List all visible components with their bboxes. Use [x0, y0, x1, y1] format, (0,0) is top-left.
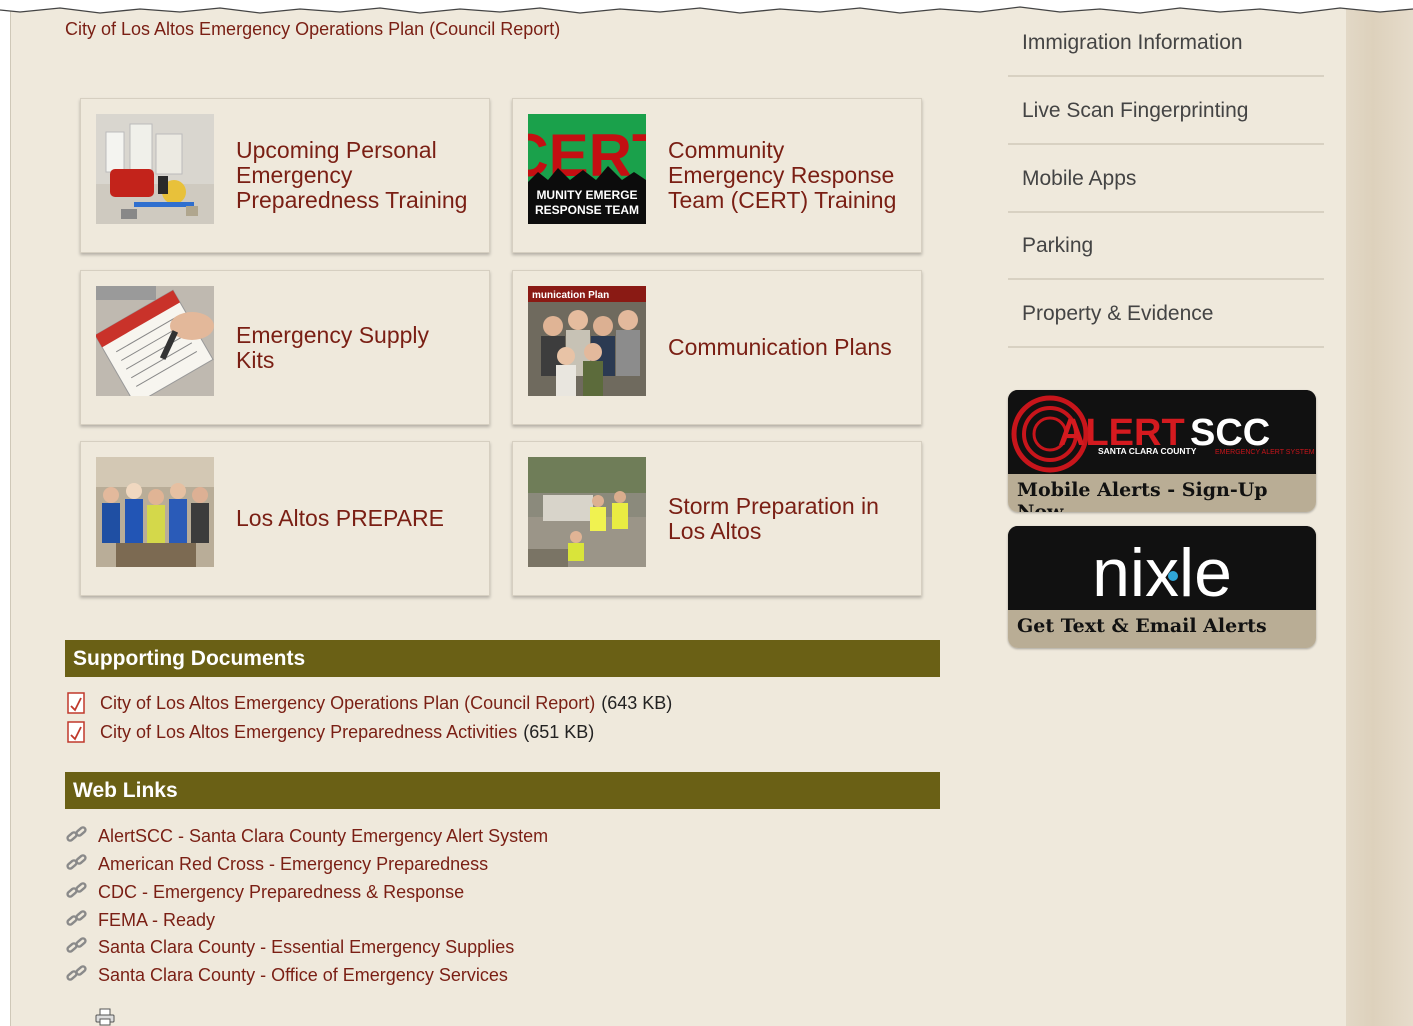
- supplies-photo-icon: [96, 114, 214, 224]
- web-link[interactable]: Santa Clara County - Office of Emergency…: [98, 965, 508, 986]
- svg-text:EMERGENCY ALERT SYSTEM: EMERGENCY ALERT SYSTEM: [1215, 449, 1315, 456]
- chain-link-icon: [65, 853, 89, 875]
- supporting-documents-heading: Supporting Documents: [65, 640, 940, 677]
- document-item[interactable]: City of Los Altos Emergency Preparedness…: [67, 720, 594, 744]
- sidebar-item-immigration-information[interactable]: Immigration Information: [1008, 10, 1324, 77]
- document-link[interactable]: City of Los Altos Emergency Preparedness…: [100, 722, 517, 743]
- chain-link-icon: [65, 881, 89, 903]
- sidebar-item-live-scan-fingerprinting[interactable]: Live Scan Fingerprinting: [1008, 78, 1324, 145]
- print-icon[interactable]: [95, 1008, 115, 1026]
- web-link[interactable]: CDC - Emergency Preparedness & Response: [98, 882, 464, 903]
- alertscc-logo: ALERT SCC SANTA CLARA COUNTY EMERGENCY A…: [1008, 390, 1316, 474]
- svg-text:SANTA CLARA COUNTY: SANTA CLARA COUNTY: [1098, 446, 1197, 456]
- alertscc-signup-banner[interactable]: ALERT SCC SANTA CLARA COUNTY EMERGENCY A…: [1008, 390, 1316, 512]
- web-link[interactable]: FEMA - Ready: [98, 910, 215, 931]
- storm-workers-photo-icon: [528, 457, 646, 567]
- web-link-item[interactable]: AlertSCC - Santa Clara County Emergency …: [65, 824, 548, 848]
- checklist-photo-icon: [96, 286, 214, 396]
- sidebar-item-mobile-apps[interactable]: Mobile Apps: [1008, 146, 1324, 213]
- web-link[interactable]: Santa Clara County - Essential Emergency…: [98, 937, 514, 958]
- document-size: (643 KB): [601, 692, 673, 713]
- sidebar-item-parking[interactable]: Parking: [1008, 213, 1324, 280]
- web-link-item[interactable]: Santa Clara County - Office of Emergency…: [65, 963, 508, 987]
- tile-title: Communication Plans: [668, 334, 892, 360]
- nixle-logo: nixle: [1008, 526, 1316, 611]
- tile-personal-preparedness-training[interactable]: Upcoming Personal Emergency Preparedness…: [80, 98, 490, 253]
- document-link[interactable]: City of Los Altos Emergency Operations P…: [100, 693, 595, 714]
- breadcrumb-link[interactable]: City of Los Altos Emergency Operations P…: [65, 19, 560, 40]
- pdf-icon: [67, 721, 91, 743]
- document-size: (651 KB): [523, 721, 595, 742]
- tile-title: Emergency Supply Kits: [236, 321, 430, 373]
- family-photo-icon: munication Plan: [528, 286, 646, 396]
- tile-title: Upcoming Personal Emergency Preparedness…: [236, 137, 468, 213]
- nixle-cta: Get Text & Email Alerts: [1008, 610, 1316, 648]
- chain-link-icon: [65, 964, 89, 986]
- volunteers-photo-icon: [96, 457, 214, 567]
- svg-text:RESPONSE TEAM: RESPONSE TEAM: [535, 203, 639, 217]
- web-link-item[interactable]: CDC - Emergency Preparedness & Response: [65, 880, 464, 904]
- chain-link-icon: [65, 936, 89, 958]
- right-margin-strip: [1346, 0, 1413, 1026]
- tile-communication-plans[interactable]: munication Plan Communication Plans: [512, 270, 922, 425]
- document-item[interactable]: City of Los Altos Emergency Operations P…: [67, 691, 672, 715]
- pdf-icon: [67, 692, 91, 714]
- web-link[interactable]: American Red Cross - Emergency Preparedn…: [98, 854, 488, 875]
- sidebar-item-property-evidence[interactable]: Property & Evidence: [1008, 281, 1324, 348]
- tile-title: Storm Preparation in Los Altos: [668, 492, 879, 544]
- chain-link-icon: [65, 825, 89, 847]
- web-link-item[interactable]: American Red Cross - Emergency Preparedn…: [65, 852, 488, 876]
- svg-text:MUNITY EMERGE: MUNITY EMERGE: [536, 188, 637, 202]
- tile-storm-preparation[interactable]: Storm Preparation in Los Altos: [512, 441, 922, 596]
- web-links-heading: Web Links: [65, 772, 940, 809]
- web-link-item[interactable]: Santa Clara County - Essential Emergency…: [65, 935, 514, 959]
- tile-cert-training[interactable]: CERT MUNITY EMERGE RESPONSE TEAM Communi…: [512, 98, 922, 253]
- tile-los-altos-prepare[interactable]: Los Altos PREPARE: [80, 441, 490, 596]
- svg-text:munication Plan: munication Plan: [532, 290, 609, 301]
- chain-link-icon: [65, 909, 89, 931]
- cert-logo-icon: CERT MUNITY EMERGE RESPONSE TEAM: [528, 114, 646, 224]
- tile-title: Community Emergency Response Team (CERT)…: [668, 137, 897, 213]
- tile-title: Los Altos PREPARE: [236, 505, 444, 531]
- svg-text:SCC: SCC: [1190, 412, 1270, 454]
- alertscc-cta: Mobile Alerts - Sign-Up Now: [1008, 474, 1316, 512]
- web-link[interactable]: AlertSCC - Santa Clara County Emergency …: [98, 826, 548, 847]
- tile-emergency-supply-kits[interactable]: Emergency Supply Kits: [80, 270, 490, 425]
- web-link-item[interactable]: FEMA - Ready: [65, 908, 215, 932]
- svg-text:nixle: nixle: [1092, 535, 1232, 610]
- nixle-alerts-banner[interactable]: nixle Get Text & Email Alerts: [1008, 526, 1316, 648]
